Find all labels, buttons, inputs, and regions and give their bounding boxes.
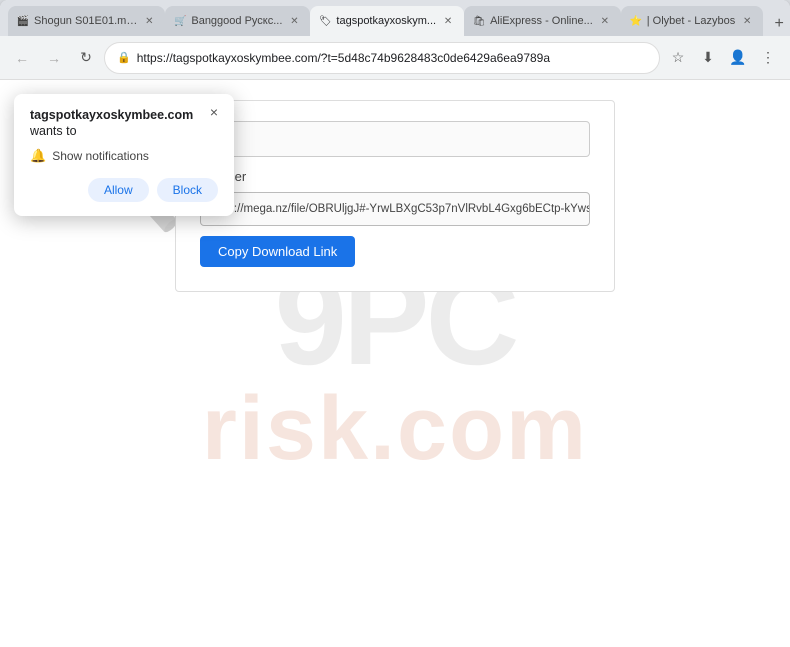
download-button[interactable]: ⬇ [694, 44, 722, 72]
notification-popup: × tagspotkayxoskymbee.com wants to 🔔 Sho… [14, 94, 234, 216]
download-link-box[interactable]: https://mega.nz/file/OBRUljgJ#-YrwLBXgC5… [200, 192, 590, 226]
tab-close-2[interactable]: ✕ [286, 13, 302, 29]
tab-title-5: | Olybet - Lazybos [647, 15, 735, 27]
bell-icon: 🔔 [30, 148, 46, 164]
popup-wants: wants to [30, 124, 218, 138]
tab-title-2: Banggood Рускс... [191, 15, 282, 27]
page-content: 🔍 9PC risk.com y... browser https://mega… [0, 80, 790, 647]
tab-tagspot[interactable]: 🏷 tagspotkayxoskym... ✕ [310, 6, 464, 36]
tab-favicon-4: 🛍 [472, 14, 486, 28]
tab-close-3[interactable]: ✕ [440, 13, 456, 29]
forward-button[interactable]: → [40, 44, 68, 72]
address-bar[interactable]: 🔒 https://tagspotkayxoskymbee.com/?t=5d4… [104, 42, 660, 74]
content-box: y... browser https://mega.nz/file/OBRUlj… [175, 100, 615, 292]
title-bar: 🎬 Shogun S01E01.m… ✕ 🛒 Banggood Рускс...… [0, 0, 790, 36]
copy-download-button[interactable]: Copy Download Link [200, 236, 355, 267]
tab-title-4: AliExpress - Online... [490, 15, 593, 27]
tab-close-5[interactable]: ✕ [739, 13, 755, 29]
popup-domain: tagspotkayxoskymbee.com [30, 108, 218, 122]
address-text: https://tagspotkayxoskymbee.com/?t=5d48c… [137, 51, 647, 65]
block-button[interactable]: Block [157, 178, 218, 202]
tab-close-1[interactable]: ✕ [141, 13, 157, 29]
tab-title-3: tagspotkayxoskym... [336, 15, 436, 27]
new-tab-button[interactable]: + [767, 12, 790, 36]
text-input[interactable]: y... [200, 121, 590, 157]
allow-button[interactable]: Allow [88, 178, 149, 202]
lock-icon: 🔒 [117, 51, 131, 64]
tab-favicon-2: 🛒 [173, 14, 187, 28]
tabs-area: 🎬 Shogun S01E01.m… ✕ 🛒 Banggood Рускс...… [8, 0, 790, 36]
menu-button[interactable]: ⋮ [754, 44, 782, 72]
popup-permission-row: 🔔 Show notifications [30, 148, 218, 164]
tab-shogun[interactable]: 🎬 Shogun S01E01.m… ✕ [8, 6, 165, 36]
toolbar: ← → ↻ 🔒 https://tagspotkayxoskymbee.com/… [0, 36, 790, 80]
tab-olybet[interactable]: ⭐ | Olybet - Lazybos ✕ [621, 6, 763, 36]
tab-banggood[interactable]: 🛒 Banggood Рускс... ✕ [165, 6, 310, 36]
toolbar-actions: ☆ ⬇ 👤 ⋮ [664, 44, 782, 72]
popup-close-button[interactable]: × [204, 102, 224, 122]
permission-label: Show notifications [52, 149, 149, 163]
profile-button[interactable]: 👤 [724, 44, 752, 72]
input-row: y... [200, 121, 590, 157]
download-link-text: https://mega.nz/file/OBRUljgJ#-YrwLBXgC5… [209, 203, 590, 215]
back-button[interactable]: ← [8, 44, 36, 72]
tab-aliexpress[interactable]: 🛍 AliExpress - Online... ✕ [464, 6, 621, 36]
tab-favicon-5: ⭐ [629, 14, 643, 28]
browser-label: browser [200, 169, 590, 184]
popup-buttons: Allow Block [30, 178, 218, 202]
bookmark-button[interactable]: ☆ [664, 44, 692, 72]
browser-window: 🎬 Shogun S01E01.m… ✕ 🛒 Banggood Рускс...… [0, 0, 790, 647]
refresh-button[interactable]: ↻ [72, 44, 100, 72]
tab-favicon-3: 🏷 [318, 14, 332, 28]
tab-title-1: Shogun S01E01.m… [34, 15, 137, 27]
tab-close-4[interactable]: ✕ [597, 13, 613, 29]
tab-favicon-1: 🎬 [16, 14, 30, 28]
